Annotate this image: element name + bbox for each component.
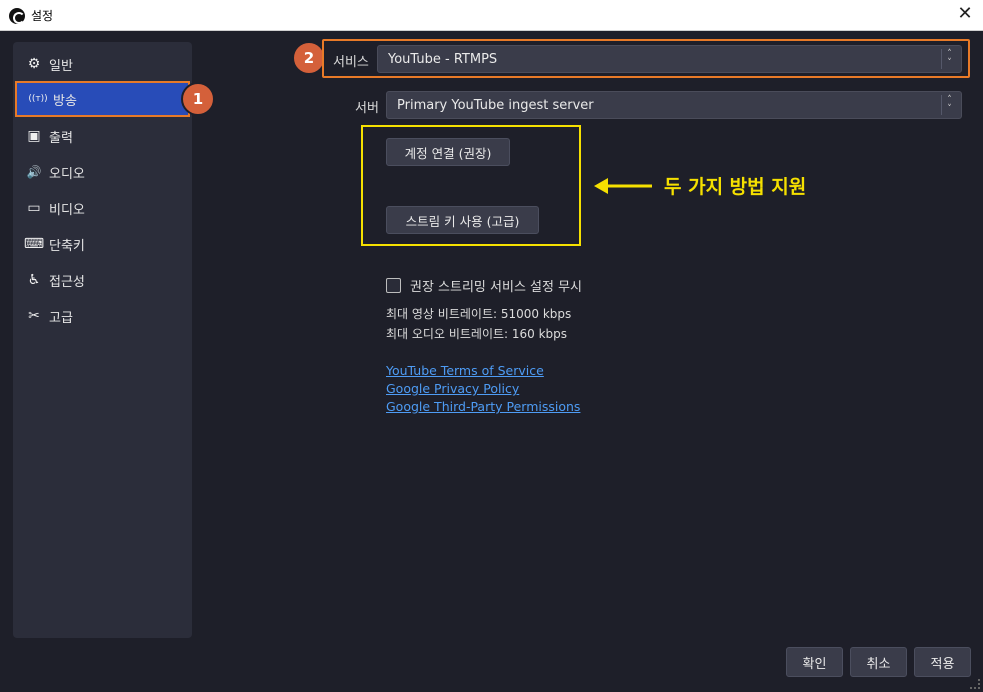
sidebar-item-video[interactable]: ▭ 비디오 <box>13 190 192 226</box>
ignore-recommended-checkbox-row[interactable]: 권장 스트리밍 서비스 설정 무시 <box>386 276 582 295</box>
server-select[interactable]: Primary YouTube ingest server ˄ ˅ <box>386 91 962 119</box>
ok-button[interactable]: 확인 <box>786 647 843 677</box>
apply-button[interactable]: 적용 <box>914 647 971 677</box>
sidebar-item-label: 비디오 <box>49 202 85 218</box>
resize-grip-icon[interactable] <box>970 679 980 689</box>
callout-text: 두 가지 방법 지원 <box>664 176 807 198</box>
sidebar-item-stream[interactable]: ((ᴛ)) 방송 <box>15 81 190 117</box>
sidebar-item-output[interactable]: ▣ 출력 <box>13 118 192 154</box>
sidebar-item-label: 접근성 <box>49 274 85 290</box>
speaker-icon: 🔊 <box>26 165 42 179</box>
sidebar-item-label: 고급 <box>49 310 73 326</box>
max-audio-bitrate: 최대 오디오 비트레이트: 160 kbps <box>386 327 568 341</box>
ignore-recommended-label: 권장 스트리밍 서비스 설정 무시 <box>410 280 583 295</box>
connect-account-button[interactable]: 계정 연결 (권장) <box>386 138 510 166</box>
sidebar-item-label: 단축키 <box>49 238 85 254</box>
google-privacy-link[interactable]: Google Privacy Policy <box>386 381 519 396</box>
monitor-icon: ▭ <box>27 200 41 216</box>
obs-logo-icon <box>9 8 25 24</box>
server-value: Primary YouTube ingest server <box>397 97 594 113</box>
tools-icon: ✂ <box>28 308 40 324</box>
sidebar-item-label: 오디오 <box>49 166 85 182</box>
service-select[interactable]: YouTube - RTMPS ˄ ˅ <box>377 45 962 73</box>
service-value: YouTube - RTMPS <box>388 51 498 67</box>
chevron-updown-icon: ˄ ˅ <box>941 49 957 69</box>
chevron-updown-icon: ˄ ˅ <box>941 95 957 115</box>
title-bar: 설정 ✕ <box>0 0 983 31</box>
arrow-left-icon <box>594 177 652 194</box>
sidebar-item-audio[interactable]: 🔊 오디오 <box>13 154 192 190</box>
sidebar-item-accessibility[interactable]: ♿ 접근성 <box>13 262 192 298</box>
google-third-party-link[interactable]: Google Third-Party Permissions <box>386 399 580 414</box>
annotation-badge-2: 2 <box>292 41 326 75</box>
output-icon: ▣ <box>27 128 41 144</box>
youtube-terms-link[interactable]: YouTube Terms of Service <box>386 363 544 378</box>
sidebar-item-label: 방송 <box>53 93 77 109</box>
cancel-button[interactable]: 취소 <box>850 647 907 677</box>
sidebar-item-label: 일반 <box>49 58 73 74</box>
max-video-bitrate: 최대 영상 비트레이트: 51000 kbps <box>386 307 572 321</box>
accessibility-icon: ♿ <box>27 272 41 288</box>
sidebar-item-general[interactable]: ⚙ 일반 <box>13 46 192 82</box>
annotation-badge-1: 1 <box>181 82 215 116</box>
sidebar-item-hotkeys[interactable]: ⌨ 단축키 <box>13 226 192 262</box>
sidebar-item-label: 출력 <box>49 130 73 146</box>
use-stream-key-button[interactable]: 스트림 키 사용 (고급) <box>386 206 539 234</box>
ignore-recommended-checkbox[interactable] <box>386 278 401 293</box>
close-icon[interactable]: ✕ <box>955 4 975 24</box>
gear-icon: ⚙ <box>27 56 41 72</box>
callout-annotation: 두 가지 방법 지원 <box>594 172 806 199</box>
settings-sidebar: ⚙ 일반 ((ᴛ)) 방송 ▣ 출력 🔊 오디오 ▭ 비디오 ⌨ 단축키 ♿ 접… <box>13 42 192 638</box>
service-label: 서비스 <box>333 55 369 70</box>
keyboard-icon: ⌨ <box>23 236 45 252</box>
server-label: 서버 <box>355 101 379 116</box>
sidebar-item-advanced[interactable]: ✂ 고급 <box>13 298 192 334</box>
window-title: 설정 <box>31 9 54 23</box>
broadcast-icon: ((ᴛ)) <box>28 94 48 104</box>
